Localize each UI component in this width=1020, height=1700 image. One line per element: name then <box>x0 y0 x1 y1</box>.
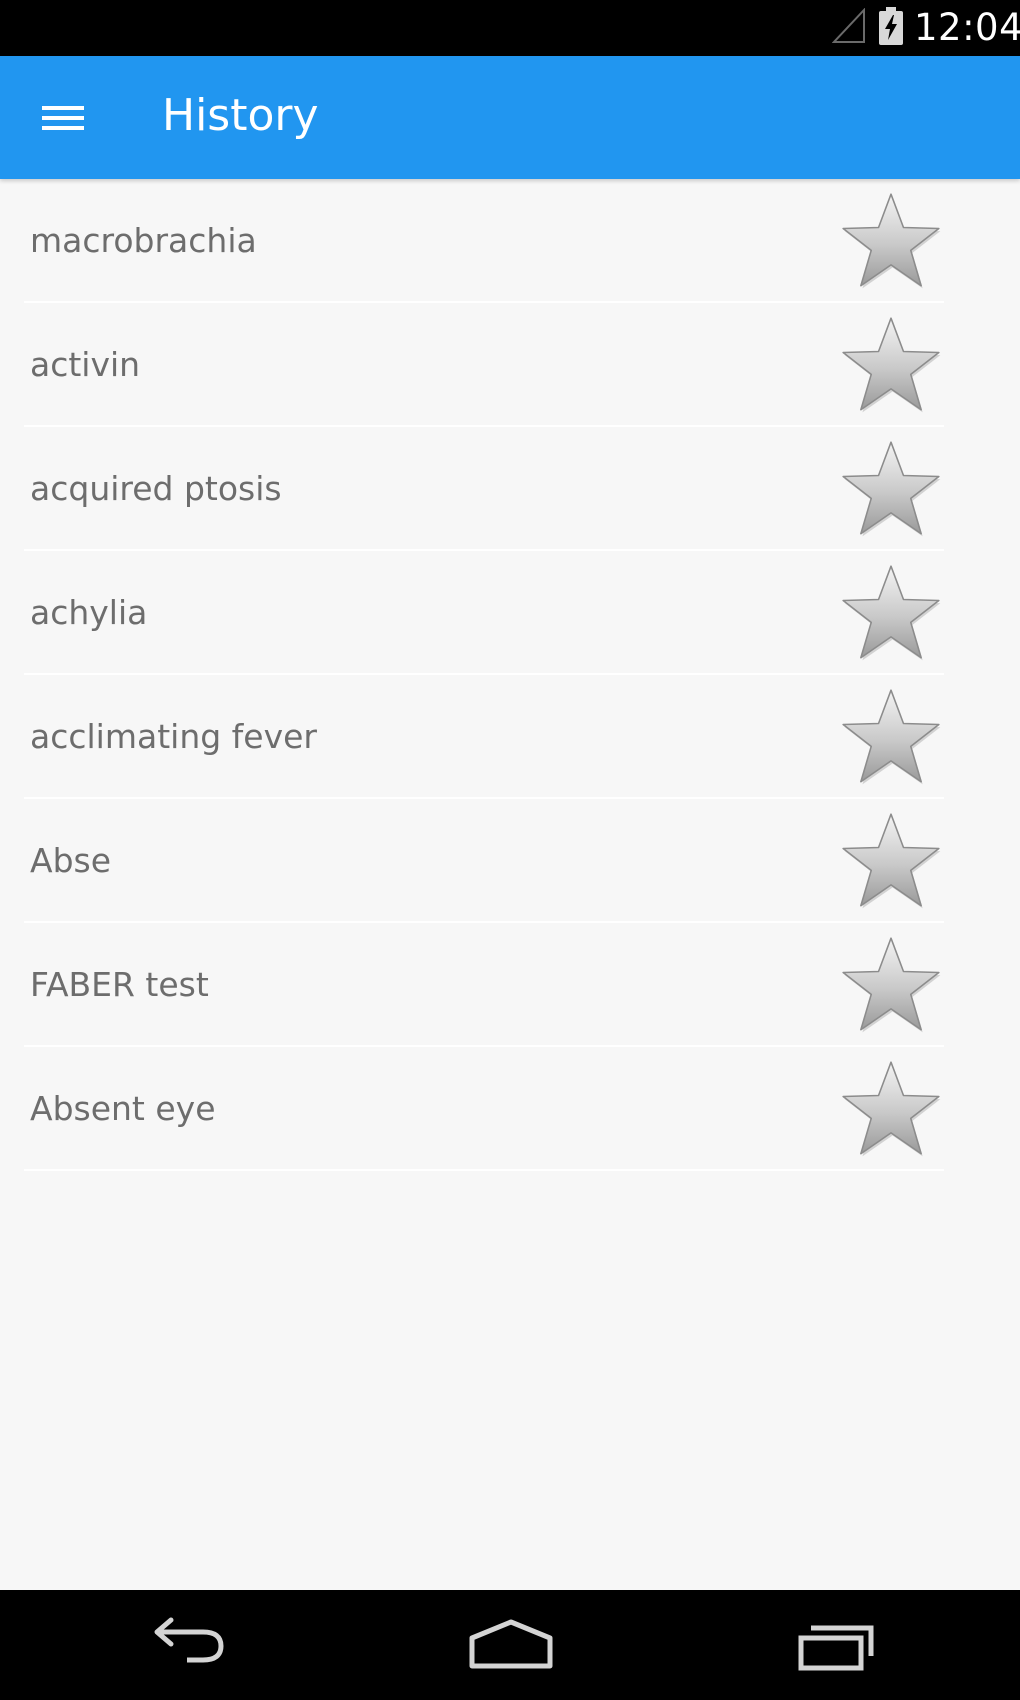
list-item[interactable]: FABER test <box>0 923 1020 1047</box>
star-icon[interactable] <box>838 437 944 541</box>
star-icon[interactable] <box>838 1057 944 1161</box>
history-term: activin <box>30 345 141 384</box>
back-icon[interactable] <box>129 1608 239 1682</box>
list-item[interactable]: Absent eye <box>0 1047 1020 1171</box>
list-item[interactable]: acclimating fever <box>0 675 1020 799</box>
page-title: History <box>162 90 319 141</box>
signal-icon <box>832 8 865 43</box>
star-icon[interactable] <box>838 685 944 789</box>
list-item[interactable]: Abse <box>0 799 1020 923</box>
history-list: macrobrachia activin acquired ptosis ach… <box>0 179 1020 1171</box>
battery-charging-icon <box>879 7 903 45</box>
star-icon[interactable] <box>838 189 944 293</box>
history-term: Absent eye <box>30 1089 216 1128</box>
list-item[interactable]: acquired ptosis <box>0 427 1020 551</box>
history-term: acclimating fever <box>30 717 317 756</box>
recents-icon[interactable] <box>783 1608 893 1682</box>
history-term: acquired ptosis <box>30 469 282 508</box>
status-time: 12:04 <box>914 6 1020 49</box>
home-icon[interactable] <box>456 1608 566 1682</box>
star-icon[interactable] <box>838 561 944 665</box>
history-term: Abse <box>30 841 112 880</box>
list-item[interactable]: achylia <box>0 551 1020 675</box>
navigation-bar <box>0 1590 1020 1700</box>
history-term: FABER test <box>30 965 209 1004</box>
history-term: achylia <box>30 593 148 632</box>
list-item[interactable]: macrobrachia <box>0 179 1020 303</box>
menu-button[interactable] <box>30 84 96 150</box>
list-item[interactable]: activin <box>0 303 1020 427</box>
divider <box>24 1169 944 1171</box>
star-icon[interactable] <box>838 933 944 1037</box>
star-icon[interactable] <box>838 313 944 417</box>
status-bar: 12:04 <box>0 0 1020 56</box>
app-bar: History <box>0 56 1020 179</box>
star-icon[interactable] <box>838 809 944 913</box>
history-term: macrobrachia <box>30 221 257 260</box>
